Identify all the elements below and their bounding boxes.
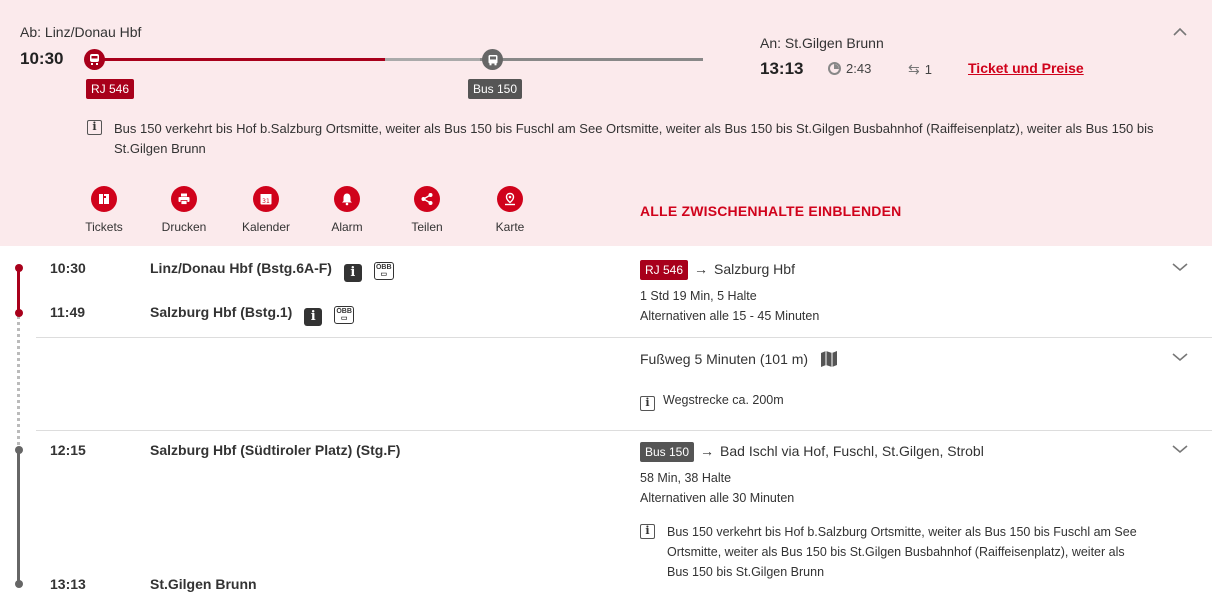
departure-station-label: Ab: Linz/Donau Hbf (20, 24, 142, 40)
station-info-icon[interactable]: i (343, 264, 362, 282)
bus-info: i Bus 150 verkehrt bis Hof b.Salzburg Ort… (640, 522, 1140, 582)
train-alternatives: Alternativen alle 15 - 45 Minuten (640, 309, 820, 323)
alarm-label: Alarm (331, 220, 363, 234)
bus-arrival-station: St.Gilgen Brunn (150, 576, 257, 592)
train-line-badge: RJ 546 (86, 79, 135, 99)
walk-title: Fußweg 5 Minuten (101 m) (640, 351, 809, 367)
duration-value: 2:43 (846, 61, 872, 76)
bus-arrival-time: 13:13 (50, 576, 86, 592)
train-details: 1 Std 19 Min, 5 Halte (640, 289, 757, 303)
arrow-right-icon: → (694, 261, 709, 277)
calendar-button[interactable]: 31 Kalender (226, 186, 306, 234)
route-progress-bus (480, 58, 703, 61)
timeline-stop-dot (14, 580, 23, 588)
share-label: Teilen (411, 220, 443, 234)
bus-segment-info: Bus 150 → Bad Ischl via Hof, Fuschl, St.Gi… (640, 442, 1140, 582)
chevron-down-icon (1172, 263, 1188, 272)
station-info-icon[interactable]: i (304, 308, 323, 326)
bus-destination: Bad Ischl via Hof, Fuschl, St.Gilgen, St… (720, 443, 984, 459)
train-departure-time: 10:30 (50, 260, 86, 276)
bus-departure-station: Salzburg Hbf (Südtiroler Platz) (Stg.F) (150, 442, 401, 458)
walk-info-text: Wegstrecke ca. 200m (663, 393, 784, 407)
obb-icon[interactable]: ÖBB ▭ (373, 262, 394, 280)
obb-icon[interactable]: ÖBB ▭ (334, 306, 355, 324)
train-segment-info: RJ 546 → Salzburg Hbf 1 Std 19 Min, 5 Halt… (640, 260, 819, 326)
walk-segment-info: Fußweg 5 Minuten (101 m) i Wegstrecke ca.… (640, 350, 838, 411)
train-destination: Salzburg Hbf (714, 261, 795, 277)
calendar-icon: 31 (253, 186, 279, 212)
map-icon[interactable] (820, 350, 838, 368)
timeline-stop-dot (14, 309, 23, 317)
segment-divider (36, 430, 1212, 431)
info-icon: i (87, 120, 102, 135)
map-button[interactable]: Karte (470, 186, 550, 234)
route-info-text: Bus 150 verkehrt bis Hof b.Salzburg Orts… (114, 121, 1154, 156)
train-departure-station: Linz/Donau Hbf (Bstg.6A-F) i ÖBB ▭ (150, 260, 394, 282)
connection-summary-panel: Ab: Linz/Donau Hbf 10:30 RJ 546 Bus 150 … (0, 0, 1212, 246)
train-arrival-station: Salzburg Hbf (Bstg.1) i ÖBB ▭ (150, 304, 355, 326)
print-label: Drucken (161, 220, 207, 234)
train-departure-station-name: Linz/Donau Hbf (Bstg.6A-F) (150, 260, 332, 276)
bus-details: 58 Min, 38 Halte (640, 471, 732, 485)
svg-text:31: 31 (262, 198, 270, 205)
expand-bus-button[interactable] (1170, 442, 1190, 456)
departure-time: 10:30 (20, 49, 64, 68)
bus-departure-time: 12:15 (50, 442, 86, 458)
train-arrival-station-name: Salzburg Hbf (Bstg.1) (150, 304, 293, 320)
expand-train-button[interactable] (1170, 260, 1190, 274)
train-arrival-time: 11:49 (50, 304, 86, 320)
collapse-button[interactable] (1170, 22, 1190, 42)
timeline-stop-dot (14, 264, 23, 272)
bell-icon (334, 186, 360, 212)
transfer-count-value: 1 (924, 62, 932, 77)
print-button[interactable]: Drucken (144, 186, 224, 234)
calendar-label: Kalender (241, 220, 291, 234)
travel-duration: 2:43 (828, 61, 871, 76)
segment-divider (36, 337, 1212, 338)
expand-walk-button[interactable] (1170, 350, 1190, 364)
ticket-and-prices-link[interactable]: Ticket und Preise (968, 60, 1084, 76)
timeline-walk-line (17, 316, 20, 446)
share-icon (414, 186, 440, 212)
walk-info: i Wegstrecke ca. 200m (640, 390, 838, 411)
chevron-up-icon (1173, 27, 1187, 36)
tickets-label: Tickets (85, 220, 123, 234)
timeline-train-line (17, 266, 20, 314)
chevron-down-icon (1172, 445, 1188, 454)
tickets-icon (91, 186, 117, 212)
info-icon: i (640, 524, 655, 539)
bus-icon (482, 49, 503, 70)
bus-alternatives: Alternativen alle 30 Minuten (640, 491, 795, 505)
arrow-right-icon: → (700, 443, 715, 459)
transfer-count: ⇆ 1 (908, 61, 932, 78)
connection-details: 10:30 Linz/Donau Hbf (Bstg.6A-F) i ÖBB ▭ … (0, 246, 1212, 602)
share-button[interactable]: Teilen (387, 186, 467, 234)
route-progress-train (98, 58, 385, 61)
info-icon: i (640, 396, 655, 411)
arrival-time: 13:13 (760, 59, 804, 78)
show-all-stops-link[interactable]: ALLE ZWISCHENHALTE EINBLENDEN (640, 203, 901, 219)
arrival-station-label: An: St.Gilgen Brunn (760, 35, 884, 51)
timeline-bus-line (17, 450, 20, 582)
printer-icon (171, 186, 197, 212)
bus-line-badge: Bus 150 (468, 79, 523, 99)
map-icon (497, 186, 523, 212)
alarm-button[interactable]: Alarm (307, 186, 387, 234)
clock-icon (828, 62, 841, 75)
train-line-badge[interactable]: RJ 546 (640, 260, 689, 280)
train-icon (84, 49, 105, 70)
timeline-stop-dot (14, 446, 23, 454)
map-label: Karte (495, 220, 525, 234)
transfer-icon: ⇆ (908, 61, 920, 77)
bus-line-badge[interactable]: Bus 150 (640, 442, 695, 462)
chevron-down-icon (1172, 353, 1188, 362)
bus-info-text: Bus 150 verkehrt bis Hof b.Salzburg Orts… (667, 525, 1137, 579)
tickets-button[interactable]: Tickets (64, 186, 144, 234)
